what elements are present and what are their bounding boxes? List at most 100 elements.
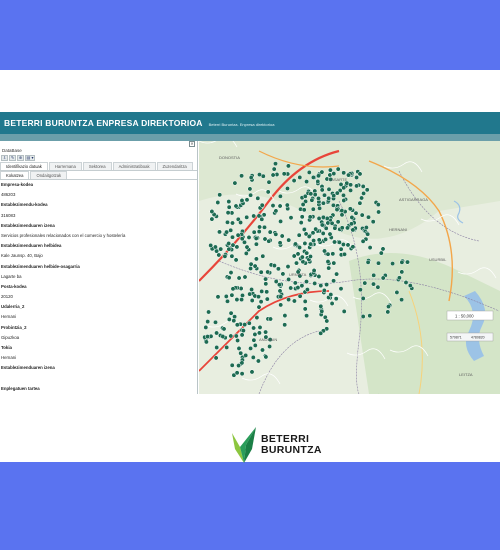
company-marker-icon bbox=[256, 294, 261, 300]
place-label: USURBIL bbox=[429, 257, 447, 262]
company-marker-icon bbox=[270, 203, 276, 209]
company-marker-icon bbox=[331, 260, 337, 266]
company-marker-icon bbox=[242, 322, 248, 328]
field-label: Empresa-kodea bbox=[1, 182, 34, 187]
company-marker-icon bbox=[234, 370, 240, 376]
tab-administrative[interactable]: Administratiboak bbox=[112, 162, 156, 170]
company-marker-icon bbox=[322, 192, 327, 198]
company-marker-icon bbox=[338, 286, 344, 292]
tab-identification[interactable]: Identifikazio datuak bbox=[0, 162, 48, 170]
field-value: Hernani bbox=[1, 355, 17, 361]
close-icon[interactable]: ✕ bbox=[189, 141, 195, 147]
field-value: Servicios profesionales relacionados con… bbox=[1, 232, 126, 238]
company-marker-icon bbox=[399, 297, 405, 303]
company-marker-icon bbox=[365, 231, 371, 237]
field-label: Establezimenduaren helbide-osagarria bbox=[1, 263, 80, 269]
company-marker-icon bbox=[279, 233, 285, 239]
company-marker-icon bbox=[394, 289, 400, 295]
company-marker-icon bbox=[291, 253, 297, 259]
company-marker-icon bbox=[229, 292, 235, 298]
company-marker-icon bbox=[308, 254, 313, 259]
edit-icon[interactable]: ✎ bbox=[9, 155, 16, 161]
company-marker-icon bbox=[214, 248, 220, 254]
company-marker-icon bbox=[277, 288, 283, 294]
tab-bar-row2: Kokatzea Ondaitgotzak bbox=[0, 171, 197, 180]
company-marker-icon bbox=[239, 332, 245, 338]
tab-sector[interactable]: Sektorea bbox=[82, 162, 112, 170]
field-value: Lagarte ba bbox=[1, 273, 22, 279]
company-marker-icon bbox=[249, 369, 255, 375]
company-marker-icon bbox=[350, 244, 356, 250]
company-marker-icon bbox=[234, 322, 240, 328]
company-marker-icon bbox=[260, 347, 265, 353]
company-marker-icon bbox=[330, 251, 336, 257]
field-value: Kale Jaunsp. 40, Bajo bbox=[1, 253, 43, 259]
company-marker-icon bbox=[263, 276, 269, 282]
company-marker-icon bbox=[243, 250, 249, 256]
company-marker-icon bbox=[405, 259, 410, 265]
company-marker-icon bbox=[339, 225, 345, 231]
company-marker-icon bbox=[243, 352, 249, 358]
company-marker-icon bbox=[220, 334, 226, 339]
field-label: Tokia bbox=[1, 345, 12, 350]
brand-logo: BETERRI BURUNTZA bbox=[230, 427, 322, 463]
field-value: Hernani bbox=[1, 314, 17, 320]
company-marker-icon bbox=[348, 182, 354, 188]
company-marker-icon bbox=[326, 195, 332, 201]
tab-management[interactable]: Zuzendaritza bbox=[156, 162, 193, 170]
company-marker-icon bbox=[332, 239, 337, 245]
place-label: HERNANI bbox=[389, 227, 407, 232]
company-marker-icon bbox=[247, 291, 253, 297]
tab-sources[interactable]: Ondaitgotzak bbox=[30, 171, 68, 179]
company-marker-icon bbox=[295, 285, 301, 291]
company-marker-icon bbox=[313, 226, 319, 232]
company-marker-icon bbox=[238, 350, 244, 356]
company-marker-icon bbox=[376, 260, 381, 266]
company-marker-icon bbox=[203, 339, 209, 345]
zoom-to-icon[interactable]: ⊕ bbox=[17, 155, 24, 161]
company-marker-icon bbox=[380, 246, 386, 252]
company-marker-icon bbox=[288, 215, 294, 221]
company-marker-icon bbox=[249, 298, 255, 303]
tab-location[interactable]: Kokatzea bbox=[0, 171, 30, 179]
layer-name: DataBase bbox=[2, 148, 22, 153]
company-marker-icon bbox=[338, 246, 344, 252]
attribute-panel: ✕ DataBase ⇩ ✎ ⊕ ▤ ▾ Identifikazio datua… bbox=[0, 141, 198, 394]
coord-y-text: 4780820 bbox=[471, 336, 485, 340]
company-marker-icon bbox=[341, 192, 346, 198]
company-marker-icon bbox=[239, 371, 245, 377]
company-marker-icon bbox=[367, 245, 373, 251]
app-subtitle: Beterri Buruntza. Enpresa direktorioa bbox=[208, 121, 275, 127]
company-marker-icon bbox=[253, 235, 259, 241]
company-marker-icon bbox=[341, 308, 347, 314]
company-marker-icon bbox=[205, 319, 211, 325]
company-marker-icon bbox=[304, 287, 310, 293]
company-marker-icon bbox=[229, 362, 235, 368]
company-marker-icon bbox=[273, 231, 279, 237]
company-marker-icon bbox=[258, 299, 264, 305]
company-marker-icon bbox=[251, 325, 257, 331]
company-marker-icon bbox=[326, 265, 332, 271]
export-icon[interactable]: ⇩ bbox=[1, 155, 8, 161]
company-marker-icon bbox=[375, 202, 381, 208]
company-marker-icon bbox=[248, 345, 254, 351]
company-marker-icon bbox=[224, 229, 230, 235]
company-marker-icon bbox=[319, 308, 325, 314]
app-window: BETERRI BURUNTZA ENPRESA DIREKTORIOA Bet… bbox=[0, 112, 500, 394]
company-marker-icon bbox=[354, 183, 360, 189]
options-menu-icon[interactable]: ▤ ▾ bbox=[25, 155, 35, 161]
company-marker-icon bbox=[331, 171, 337, 177]
company-marker-icon bbox=[273, 208, 279, 214]
company-marker-icon bbox=[357, 171, 363, 177]
company-marker-icon bbox=[214, 345, 220, 350]
tab-contact[interactable]: Harremana bbox=[48, 162, 82, 170]
company-marker-icon bbox=[348, 187, 354, 193]
company-marker-icon bbox=[338, 181, 344, 187]
company-marker-icon bbox=[256, 304, 262, 310]
map-view[interactable]: DONOSTIA LASARTE HERNANI URNIETA ANDOAIN ASTI… bbox=[199, 141, 500, 394]
company-marker-icon bbox=[213, 355, 219, 361]
app-title: BETERRI BURUNTZA ENPRESA DIREKTORIOA bbox=[4, 118, 203, 128]
company-marker-icon bbox=[209, 209, 215, 214]
brand-wordmark: BETERRI BURUNTZA bbox=[261, 434, 322, 456]
company-marker-icon bbox=[280, 271, 286, 277]
